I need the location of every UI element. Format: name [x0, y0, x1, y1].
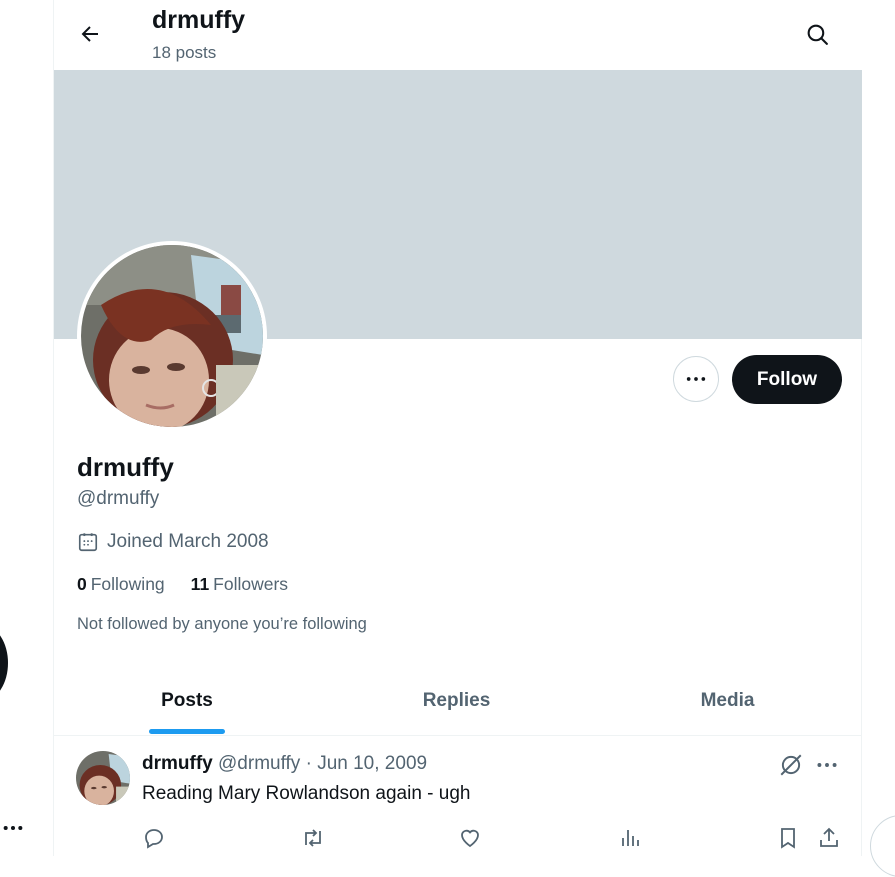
followers-count: 11: [190, 574, 210, 594]
grok-button[interactable]: [778, 752, 804, 783]
post-separator: ·: [305, 753, 312, 774]
profile-column: drmuffy 18 posts Follow drmuffy @drmuffy…: [53, 0, 863, 856]
bookmark-icon: [781, 828, 795, 849]
search-icon: [807, 24, 828, 45]
joined-date: Joined March 2008: [77, 531, 269, 553]
following-count: 0: [77, 574, 87, 594]
like-icon: [461, 829, 479, 848]
post-author-handle[interactable]: @drmuffy: [218, 753, 300, 774]
back-button[interactable]: [70, 14, 110, 54]
tab-media[interactable]: Media: [593, 667, 862, 735]
grok-icon: [780, 754, 802, 776]
more-options-button[interactable]: [673, 356, 719, 402]
post-author-name[interactable]: drmuffy: [142, 753, 213, 774]
active-tab-indicator: [149, 729, 225, 734]
post-text: Reading Mary Rowlandson again - ugh: [142, 783, 471, 804]
following-label: Following: [90, 574, 165, 594]
profile-handle: @drmuffy: [77, 488, 160, 509]
bookmark-button[interactable]: [776, 826, 800, 855]
views-button[interactable]: [618, 826, 642, 855]
header-title: drmuffy: [152, 6, 246, 34]
like-button[interactable]: [458, 826, 482, 855]
search-button[interactable]: [797, 14, 837, 54]
joined-label: Joined March 2008: [107, 531, 269, 552]
reply-button[interactable]: [142, 826, 166, 855]
follow-button[interactable]: Follow: [732, 355, 842, 404]
post-avatar[interactable]: [76, 751, 130, 805]
avatar-photo: [81, 245, 263, 427]
profile-avatar[interactable]: [77, 241, 267, 431]
share-button[interactable]: [817, 826, 841, 855]
profile-display-name: drmuffy: [77, 452, 174, 482]
followers-label: Followers: [213, 574, 289, 594]
profile-header: drmuffy 18 posts: [54, 0, 863, 70]
tab-posts[interactable]: Posts: [54, 667, 320, 735]
more-icon: [817, 763, 837, 767]
repost-button[interactable]: [300, 826, 326, 855]
side-more-icon[interactable]: [2, 817, 24, 844]
back-arrow-icon: [81, 26, 98, 42]
profile-tabs: Posts Replies Media: [54, 667, 862, 736]
share-icon: [820, 827, 838, 847]
views-icon: [622, 830, 639, 846]
not-followed-note: Not followed by anyone you’re following: [77, 615, 367, 633]
post-date[interactable]: Jun 10, 2009: [317, 753, 427, 774]
reply-icon: [145, 829, 163, 849]
floating-action-button[interactable]: [870, 815, 895, 877]
side-nav-button[interactable]: [0, 626, 8, 700]
header-post-count: 18 posts: [152, 43, 217, 62]
post-actions: [142, 826, 862, 856]
profile-stats: 0 Following 11 Followers: [77, 574, 314, 595]
calendar-icon: [78, 533, 98, 552]
repost-icon: [305, 829, 321, 847]
post-item[interactable]: drmuffy @drmuffy · Jun 10, 2009 Reading …: [54, 736, 862, 856]
more-icon: [686, 377, 706, 381]
post-header: drmuffy @drmuffy · Jun 10, 2009: [142, 753, 427, 775]
tab-replies[interactable]: Replies: [320, 667, 593, 735]
following-link[interactable]: 0 Following: [77, 574, 165, 595]
post-more-button[interactable]: [814, 752, 840, 783]
followers-link[interactable]: 11 Followers: [191, 574, 288, 595]
